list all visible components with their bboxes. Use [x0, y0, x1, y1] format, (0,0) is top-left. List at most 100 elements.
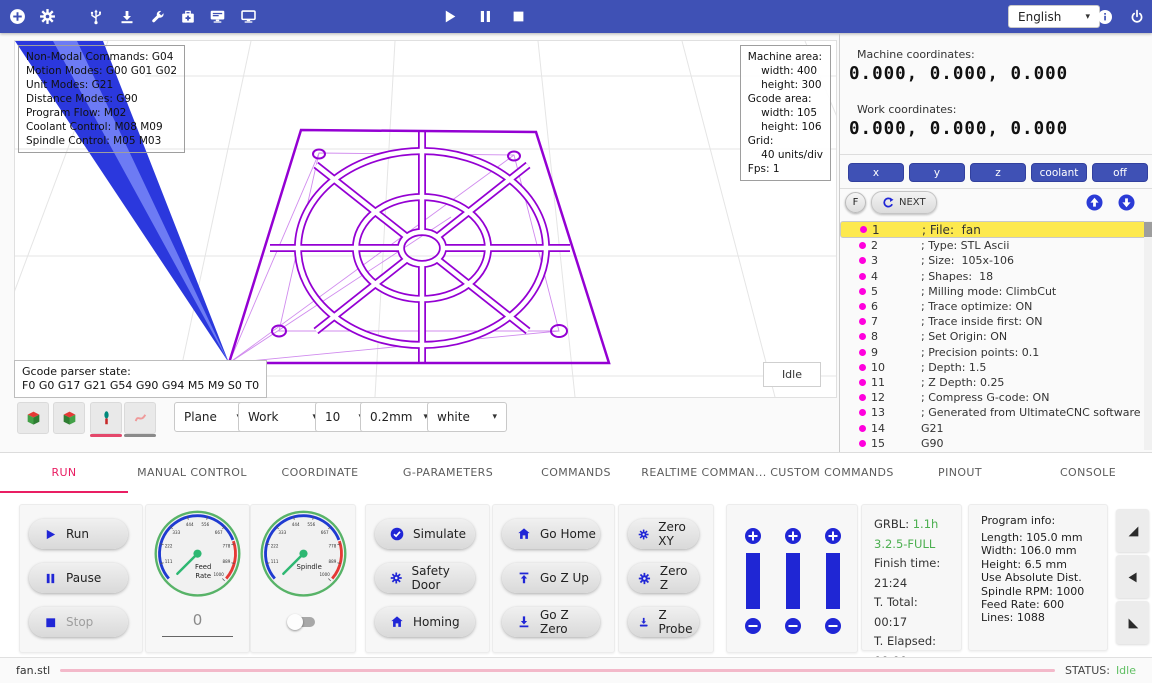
slider-bar[interactable] — [826, 553, 840, 609]
off-button[interactable]: off — [1092, 163, 1148, 182]
tab-commands[interactable]: COMMANDS — [512, 453, 640, 493]
line-bullet — [859, 378, 866, 386]
corner-triangle-icon — [1128, 526, 1138, 536]
go-home-button[interactable]: Go Home — [502, 519, 600, 549]
tab-g-parameters[interactable]: G-PARAMETERS — [384, 453, 512, 493]
svg-text:Feed: Feed — [195, 563, 211, 571]
show-path-button[interactable] — [124, 402, 156, 437]
tab-console[interactable]: CONSOLE — [1024, 453, 1152, 493]
home-icon — [391, 616, 403, 627]
plus-circle-icon[interactable] — [744, 527, 762, 545]
feed-value-underline — [162, 636, 233, 637]
play-icon[interactable] — [440, 7, 459, 26]
gcode-line[interactable]: 10; Depth: 1.5 — [840, 360, 1152, 375]
panel-expand-button[interactable] — [1116, 509, 1149, 552]
plus-circle-icon[interactable] — [824, 527, 842, 545]
gcode-line[interactable]: 2; Type: STL Ascii — [840, 238, 1152, 253]
line-bullet — [859, 439, 866, 447]
line-bullet — [859, 272, 866, 280]
simulate-button[interactable]: Simulate — [375, 519, 475, 549]
plus-circle-icon[interactable] — [784, 527, 802, 545]
tab-coordinate[interactable]: COORDINATE — [256, 453, 384, 493]
next-line-button[interactable]: NEXT — [871, 191, 937, 214]
stop-button[interactable]: Stop — [29, 607, 128, 637]
progress-line — [60, 669, 1055, 672]
panel-collapse-button[interactable] — [1116, 601, 1149, 644]
info-icon[interactable] — [1095, 7, 1114, 26]
panel-left-button[interactable] — [1116, 555, 1149, 598]
feed-rate-card: 111 222 333 444 556 667 778 889 1000 Feed Rate 0 — [145, 504, 250, 653]
stop-icon[interactable] — [509, 7, 528, 26]
svg-text:111: 111 — [165, 559, 173, 564]
gcode-line[interactable]: 1; File: fan — [840, 221, 1152, 239]
line-bullet — [859, 318, 866, 326]
tools-wrench-icon[interactable] — [148, 7, 167, 26]
gcode-line[interactable]: 4; Shapes: 18 — [840, 269, 1152, 284]
go-z-zero-button[interactable]: Go Z Zero — [502, 607, 600, 637]
pause-button[interactable]: Pause — [29, 563, 128, 593]
axis-y-button[interactable]: y — [909, 163, 965, 182]
gcode-console-icon[interactable] — [208, 7, 227, 26]
tab-realtime-comman[interactable]: REALTIME COMMAN... — [640, 453, 768, 493]
gcode-line[interactable]: 3; Size: 105x-106 — [840, 253, 1152, 268]
feed-override-value[interactable]: 0 — [146, 611, 249, 629]
language-select[interactable]: English ▾ — [1008, 5, 1100, 28]
homing-button[interactable]: Homing — [375, 607, 475, 637]
z-probe-button[interactable]: Z Probe — [628, 607, 699, 637]
gcode-line[interactable]: 12; Compress G-code: ON — [840, 390, 1152, 405]
usb-connect-icon[interactable] — [86, 7, 105, 26]
slider-bar[interactable] — [786, 553, 800, 609]
squiggle-icon — [134, 413, 146, 421]
scroll-up-button[interactable] — [1086, 194, 1103, 211]
coords-select[interactable]: Work▾ — [238, 402, 327, 432]
view-iso-button[interactable] — [17, 402, 49, 434]
scrollbar-thumb[interactable] — [1144, 222, 1152, 237]
gcode-line[interactable]: 5; Milling mode: ClimbCut — [840, 284, 1152, 299]
toolbox-icon[interactable] — [178, 7, 197, 26]
grbl-build: 3.2.5-FULL — [874, 536, 936, 551]
axis-x-button[interactable]: x — [848, 163, 904, 182]
gcode-line[interactable]: 15 G90 — [840, 436, 1152, 451]
power-icon[interactable] — [1127, 7, 1146, 26]
scroll-down-button[interactable] — [1118, 194, 1135, 211]
minus-circle-icon[interactable] — [784, 617, 802, 635]
view-top-button[interactable] — [53, 402, 85, 434]
safety-door-button[interactable]: Safety Door — [375, 563, 475, 593]
line-bullet — [859, 303, 866, 311]
settings-gear-icon[interactable] — [38, 7, 57, 26]
run-button[interactable]: Run — [29, 519, 128, 549]
spindle-toggle[interactable] — [287, 614, 317, 630]
tab-manual-control[interactable]: MANUAL CONTROL — [128, 453, 256, 493]
go-z-up-button[interactable]: Go Z Up — [502, 563, 600, 593]
coolant-button[interactable]: coolant — [1031, 163, 1087, 182]
gcode-line[interactable]: 7; Trace inside first: ON — [840, 314, 1152, 329]
tab-custom-commands[interactable]: CUSTOM COMMANDS — [768, 453, 896, 493]
zero-z-button[interactable]: Zero Z — [628, 563, 699, 593]
gcode-line[interactable]: 8; Set Origin: ON — [840, 329, 1152, 344]
add-icon[interactable] — [8, 7, 27, 26]
pause-icon[interactable] — [476, 7, 495, 26]
gcode-line[interactable]: 6; Trace optimize: ON — [840, 299, 1152, 314]
load-file-icon[interactable] — [117, 7, 136, 26]
line-bullet — [859, 394, 866, 402]
f-button[interactable]: F — [845, 192, 866, 213]
scrollbar-track[interactable] — [1144, 221, 1152, 450]
slider-bar[interactable] — [746, 553, 760, 609]
tab-run[interactable]: RUN — [0, 453, 128, 493]
minus-circle-icon[interactable] — [744, 617, 762, 635]
gcode-line[interactable]: 9; Precision points: 0.1 — [840, 345, 1152, 360]
show-tool-button[interactable] — [90, 402, 122, 437]
minus-circle-icon[interactable] — [824, 617, 842, 635]
gcode-line[interactable]: 14 G21 — [840, 420, 1152, 435]
gcode-line[interactable]: 13; Generated from UltimateCNC software — [840, 405, 1152, 420]
bg-color-select[interactable]: white ▾ — [427, 402, 507, 432]
chevron-down-icon: ▾ — [1085, 11, 1090, 22]
display-icon[interactable] — [239, 7, 258, 26]
zero-xy-button[interactable]: Zero XY — [628, 519, 699, 549]
gcode-3d-viewer[interactable]: Non-Modal Commands: G04 Motion Modes: G0… — [0, 40, 956, 398]
top-toolbar: English ▾ — [0, 0, 1152, 33]
axis-z-button[interactable]: z — [970, 163, 1026, 182]
line-bullet — [859, 363, 866, 371]
gcode-line[interactable]: 11; Z Depth: 0.25 — [840, 375, 1152, 390]
tab-pinout[interactable]: PINOUT — [896, 453, 1024, 493]
